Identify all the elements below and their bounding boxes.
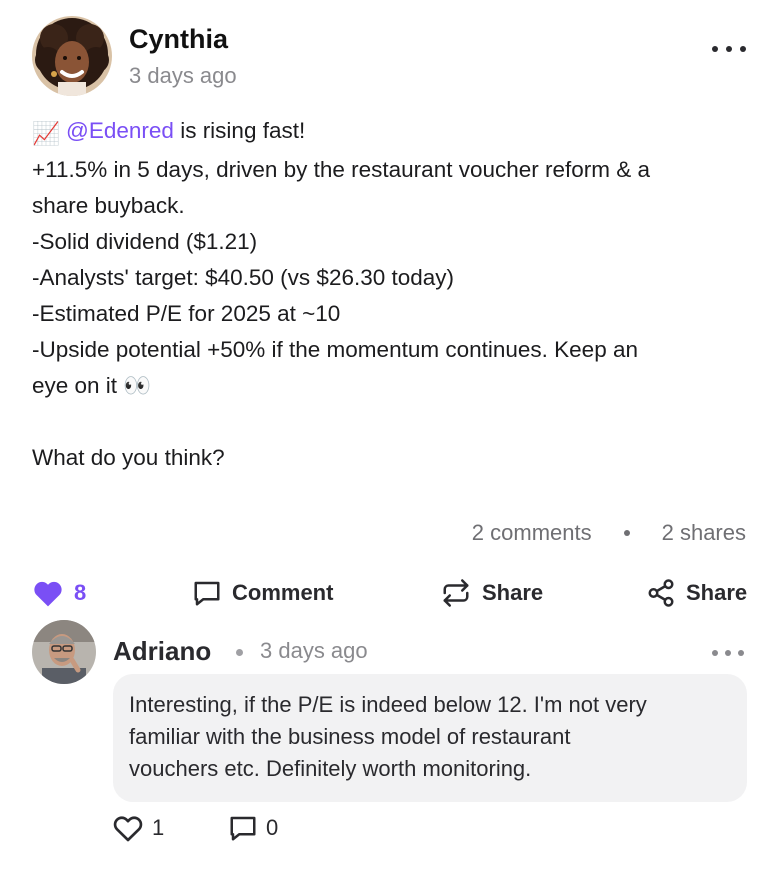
repost-arrows-icon: [443, 579, 469, 607]
post-line: -Analysts' target: $40.50 (vs $26.30 tod…: [32, 265, 455, 290]
more-dot-icon: [712, 650, 718, 656]
share-button-label: Share: [686, 580, 748, 605]
like-button[interactable]: 8: [32, 574, 86, 612]
comment-bubble: Interesting, if the P/E is indeed below …: [113, 674, 747, 802]
like-count: 8: [74, 580, 87, 605]
comment-timestamp: 3 days ago: [260, 638, 368, 663]
separator-dot: [623, 530, 630, 536]
post-timestamp: 3 days ago: [129, 63, 237, 88]
post-more-options-button[interactable]: [712, 42, 746, 56]
post-line: -Solid dividend ($1.21): [32, 229, 258, 254]
comment-line: vouchers etc. Definitely worth monitorin…: [129, 756, 532, 781]
post-line: 📈 @Edenred is rising fast!: [32, 113, 752, 152]
comment-line: Interesting, if the P/E is indeed below …: [129, 692, 647, 717]
heart-outline-icon: [113, 816, 143, 842]
repost-button-label: Share: [482, 580, 544, 605]
post-line: -Upside potential +50% if the momentum c…: [32, 337, 638, 362]
post-line: What do you think?: [32, 445, 225, 470]
comment-button-label: Comment: [232, 580, 334, 605]
more-dot-icon: [726, 46, 732, 52]
mention-link[interactable]: @Edenred: [66, 118, 174, 143]
post-text: is rising fast!: [173, 118, 306, 143]
post-line: eye on it 👀: [32, 373, 152, 398]
commenter-name[interactable]: Adriano: [113, 636, 211, 667]
comment-button[interactable]: Comment: [192, 574, 333, 612]
post-line: +11.5% in 5 days, driven by the restaura…: [32, 157, 651, 182]
share-nodes-icon: [648, 579, 674, 607]
author-avatar-image: [32, 16, 112, 96]
post-line: -Estimated P/E for 2025 at ~10: [32, 301, 341, 326]
more-dot-icon: [738, 650, 744, 656]
comment-like-count: 1: [152, 815, 165, 840]
comment-bubble-icon: [194, 581, 220, 606]
share-button[interactable]: Share: [646, 574, 747, 612]
more-dot-icon: [725, 650, 731, 656]
commenter-avatar[interactable]: [32, 620, 96, 684]
commenter-avatar-image: [32, 620, 96, 684]
comment-more-options-button[interactable]: [712, 648, 744, 658]
reply-bubble-icon: [230, 816, 256, 841]
more-dot-icon: [712, 46, 718, 52]
shares-count-link[interactable]: 2 shares: [662, 520, 746, 546]
comment-reply-count: 0: [266, 815, 279, 840]
more-dot-icon: [740, 46, 746, 52]
repost-button[interactable]: Share: [440, 574, 543, 612]
post-line: share buyback.: [32, 193, 185, 218]
post-line: [32, 404, 752, 440]
chart-increasing-icon: 📈: [32, 121, 61, 146]
separator-dot: [236, 649, 243, 656]
heart-filled-icon: [34, 581, 62, 607]
comment-reply-button[interactable]: 0: [228, 812, 278, 844]
author-name[interactable]: Cynthia: [129, 24, 228, 55]
comment-line: familiar with the business model of rest…: [129, 724, 571, 749]
comments-count-link[interactable]: 2 comments: [472, 520, 592, 546]
post-body: 📈 @Edenred is rising fast! +11.5% in 5 da…: [32, 113, 752, 476]
comment-like-button[interactable]: 1: [112, 812, 164, 844]
post-action-bar: 8 Comment Share Share: [32, 574, 748, 612]
post-header: Cynthia 3 days ago: [32, 16, 748, 96]
author-avatar[interactable]: [32, 16, 112, 96]
post-stats: 2 comments 2 shares: [472, 520, 746, 546]
